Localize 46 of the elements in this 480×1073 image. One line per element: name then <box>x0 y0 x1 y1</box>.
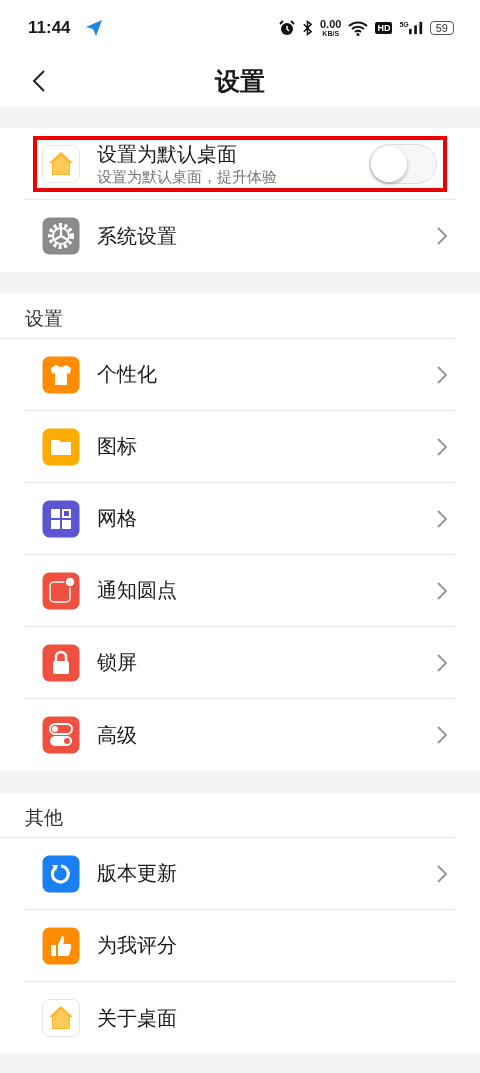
settings-row[interactable]: 网格 <box>25 483 455 555</box>
lock-icon <box>42 643 80 682</box>
setting-title: 网格 <box>97 505 138 532</box>
setting-title: 通知圆点 <box>97 577 178 604</box>
settings-row[interactable]: 个性化 <box>25 339 455 411</box>
setting-title: 图标 <box>97 433 138 460</box>
setting-title: 为我评分 <box>97 932 178 959</box>
battery-indicator: 59 <box>429 21 454 35</box>
status-time: 11:44 <box>28 18 71 38</box>
back-icon[interactable] <box>32 69 46 93</box>
house-icon <box>42 999 80 1037</box>
setting-title: 系统设置 <box>97 222 178 250</box>
settings-row[interactable]: 通知圆点 <box>25 555 455 627</box>
settings-row[interactable]: 为我评分 <box>25 910 455 982</box>
section-title: 设置 <box>0 294 455 339</box>
page-title: 设置 <box>215 65 265 98</box>
settings-row[interactable]: 关于桌面 <box>25 982 455 1054</box>
network-speed: 0.00 <box>320 19 342 30</box>
setting-title: 关于桌面 <box>97 1004 178 1032</box>
toggle-switch[interactable] <box>369 143 437 184</box>
setting-title: 个性化 <box>97 361 158 388</box>
settings-row[interactable]: 系统设置 <box>25 200 455 272</box>
settings-row[interactable]: 版本更新 <box>25 838 455 910</box>
settings-row[interactable]: 高级 <box>25 699 455 771</box>
highlighted-setting-row[interactable]: 设置为默认桌面 设置为默认桌面，提升体验 <box>25 128 455 200</box>
alarm-clock-icon <box>279 20 295 36</box>
bluetooth-icon <box>302 20 313 36</box>
signal-icon <box>408 21 423 35</box>
hd-badge: HD <box>375 22 393 34</box>
settings-row[interactable]: 锁屏 <box>25 627 455 699</box>
setting-title: 版本更新 <box>97 860 178 887</box>
grid-icon <box>42 499 80 538</box>
section-title: 其他 <box>0 793 455 838</box>
refresh-icon <box>42 854 80 893</box>
setting-title: 高级 <box>97 721 138 749</box>
toggle-switches-icon <box>42 716 80 754</box>
house-icon <box>42 144 80 183</box>
wifi-icon <box>348 20 369 36</box>
setting-title: 设置为默认桌面 <box>97 140 238 168</box>
thumbs-up-icon <box>42 926 80 965</box>
folder-icon <box>42 427 80 466</box>
settings-row[interactable]: 图标 <box>25 411 455 483</box>
setting-description: 设置为默认桌面，提升体验 <box>97 167 278 187</box>
settings-icon <box>42 217 80 255</box>
setting-title: 锁屏 <box>97 649 138 676</box>
shirt-icon <box>42 355 80 394</box>
